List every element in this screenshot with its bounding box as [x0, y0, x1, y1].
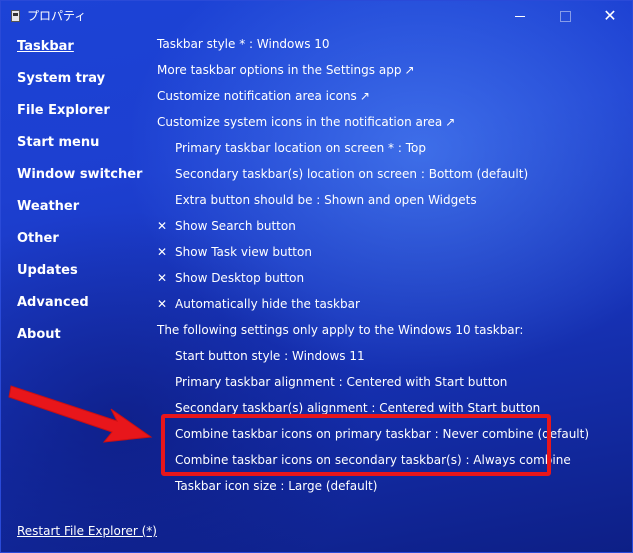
sidebar-item-start-menu[interactable]: Start menu — [17, 135, 99, 150]
customize-notification-icons-link[interactable]: Customize notification area icons ↗ — [157, 88, 370, 104]
sidebar-item-other[interactable]: Other — [17, 231, 59, 246]
taskbar-icon-size-setting[interactable]: Taskbar icon size : Large (default) — [175, 478, 377, 494]
sidebar-item-taskbar[interactable]: Taskbar — [17, 39, 74, 54]
primary-taskbar-location-setting[interactable]: Primary taskbar location on screen * : T… — [175, 140, 426, 156]
app-icon — [11, 10, 20, 22]
unchecked-x-icon: ✕ — [157, 271, 168, 285]
primary-taskbar-alignment-setting[interactable]: Primary taskbar alignment : Centered wit… — [175, 374, 507, 390]
more-taskbar-options-label: More taskbar options in the Settings app — [157, 63, 402, 77]
auto-hide-taskbar-label: Automatically hide the taskbar — [175, 297, 360, 311]
sidebar-item-weather[interactable]: Weather — [17, 199, 79, 214]
close-icon: ✕ — [603, 6, 617, 25]
window-title: プロパティ — [27, 9, 87, 23]
show-search-button-label: Show Search button — [175, 219, 296, 233]
restart-file-explorer-link[interactable]: Restart File Explorer (*) — [17, 524, 157, 538]
maximize-icon — [559, 10, 571, 22]
sidebar-item-window-switcher[interactable]: Window switcher — [17, 167, 142, 182]
maximize-button[interactable] — [542, 1, 588, 31]
sidebar-item-updates[interactable]: Updates — [17, 263, 78, 278]
unchecked-x-icon: ✕ — [157, 219, 168, 233]
title-bar: プロパティ ✕ — [1, 1, 632, 31]
extra-button-setting[interactable]: Extra button should be : Shown and open … — [175, 192, 477, 208]
sidebar-item-advanced[interactable]: Advanced — [17, 295, 89, 310]
show-task-view-button-toggle[interactable]: ✕ Show Task view button — [157, 244, 312, 260]
sidebar-item-file-explorer[interactable]: File Explorer — [17, 103, 110, 118]
minimize-button[interactable] — [497, 1, 543, 31]
external-link-icon: ↗ — [445, 115, 456, 129]
minimize-icon — [515, 15, 525, 17]
taskbar-style-setting[interactable]: Taskbar style * : Windows 10 — [157, 36, 330, 52]
sidebar-item-about[interactable]: About — [17, 327, 61, 342]
show-desktop-button-label: Show Desktop button — [175, 271, 305, 285]
unchecked-x-icon: ✕ — [157, 245, 168, 259]
show-task-view-button-label: Show Task view button — [175, 245, 312, 259]
windows10-settings-note: The following settings only apply to the… — [157, 323, 524, 337]
customize-notification-icons-label: Customize notification area icons — [157, 89, 357, 103]
customize-system-icons-link[interactable]: Customize system icons in the notificati… — [157, 114, 455, 130]
more-taskbar-options-link[interactable]: More taskbar options in the Settings app… — [157, 62, 415, 78]
unchecked-x-icon: ✕ — [157, 297, 168, 311]
start-button-style-setting[interactable]: Start button style : Windows 11 — [175, 348, 365, 364]
auto-hide-taskbar-toggle[interactable]: ✕ Automatically hide the taskbar — [157, 296, 360, 312]
customize-system-icons-label: Customize system icons in the notificati… — [157, 115, 443, 129]
annotation-highlight-box — [161, 414, 551, 476]
external-link-icon: ↗ — [404, 63, 415, 77]
sidebar-item-system-tray[interactable]: System tray — [17, 71, 105, 86]
properties-window: プロパティ ✕ Taskbar System tray File Explore… — [0, 0, 633, 553]
show-desktop-button-toggle[interactable]: ✕ Show Desktop button — [157, 270, 304, 286]
secondary-taskbar-location-setting[interactable]: Secondary taskbar(s) location on screen … — [175, 166, 528, 182]
close-button[interactable]: ✕ — [587, 1, 632, 31]
external-link-icon: ↗ — [359, 89, 370, 103]
show-search-button-toggle[interactable]: ✕ Show Search button — [157, 218, 296, 234]
